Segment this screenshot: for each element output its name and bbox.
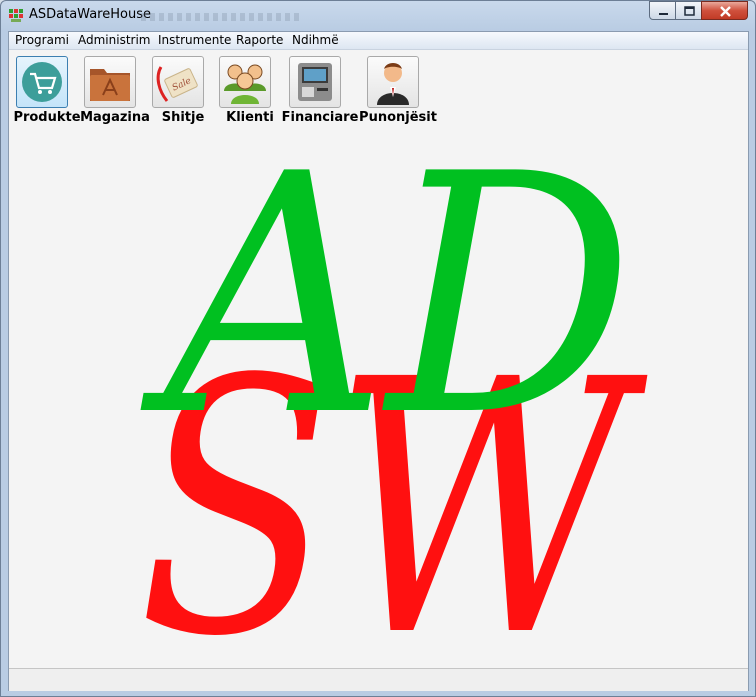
main-client-area: Programi Administrim Instrumente Raporte… xyxy=(8,31,749,691)
app-window: ASDataWareHouse Programi Administrim Ins… xyxy=(0,0,756,697)
status-bar xyxy=(9,668,748,691)
logo-ad-letters: AD xyxy=(140,104,634,488)
title-ghost xyxy=(141,13,301,21)
minimize-button[interactable] xyxy=(649,1,676,20)
maximize-button[interactable] xyxy=(675,1,702,20)
app-logo-icon xyxy=(8,7,24,23)
title-bar[interactable]: ASDataWareHouse xyxy=(1,1,755,31)
window-title: ASDataWareHouse xyxy=(29,7,151,22)
asdw-logo: SW AD xyxy=(138,104,651,662)
close-button[interactable] xyxy=(701,1,748,20)
